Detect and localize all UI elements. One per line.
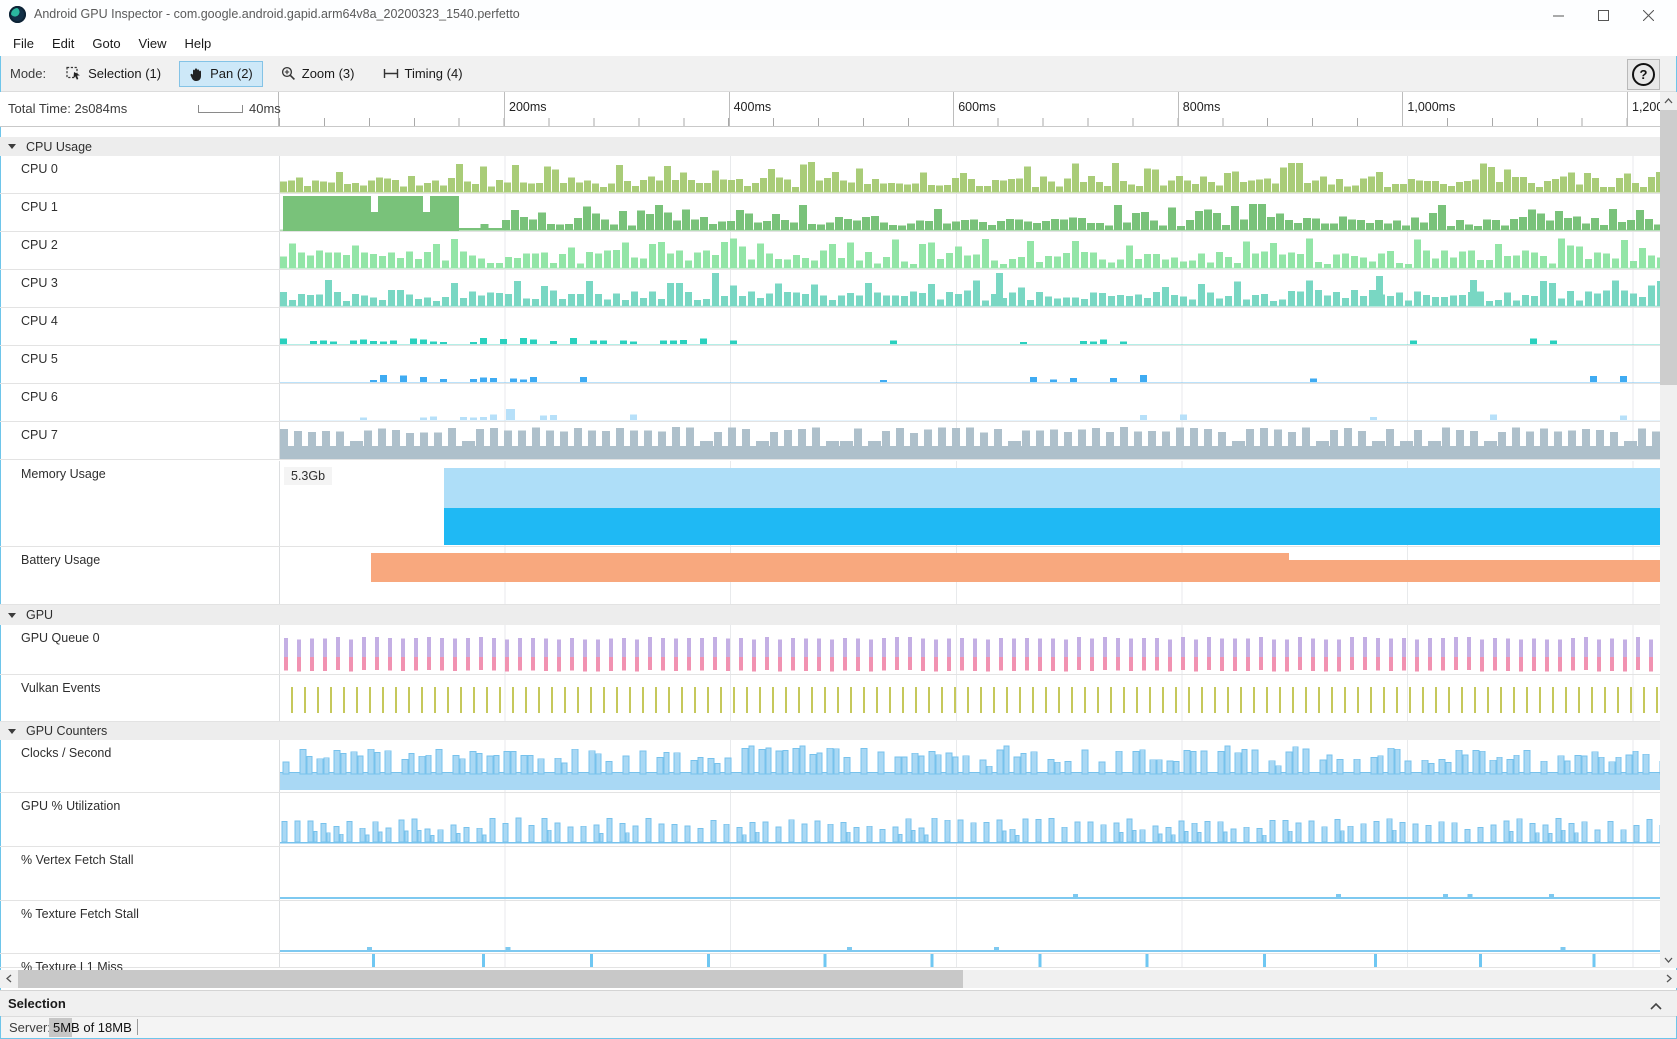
vertical-scroll-thumb[interactable]: [1660, 110, 1677, 385]
status-bar: Server: 5MB of 18MB: [1, 1016, 1676, 1038]
track-label-gpu-utilization[interactable]: GPU % Utilization: [21, 799, 120, 813]
track-row-memory: Memory Usage 5.3Gb: [0, 461, 1660, 547]
track-label-cpu6[interactable]: CPU 6: [21, 390, 58, 404]
collapse-triangle-icon: [8, 144, 16, 149]
track-chart-clocks-per-second[interactable]: [279, 740, 1660, 792]
track-chart-memory[interactable]: 5.3Gb: [279, 461, 1660, 546]
track-row-cpu5: CPU 5: [0, 346, 1660, 384]
server-label: Server:: [9, 1020, 51, 1035]
track-label-gpu-queue-0[interactable]: GPU Queue 0: [21, 631, 100, 645]
track-chart-battery[interactable]: [279, 547, 1660, 604]
track-area: CPU Usage CPU 0 CPU 1 CPU 2 CPU 3 CPU 4 CPU 5 C…: [0, 0, 1660, 968]
track-row-texture-l1-miss: % Texture L1 Miss: [0, 954, 1660, 968]
track-row-vertex-fetch-stall: % Vertex Fetch Stall: [0, 847, 1660, 901]
section-header-gpu-counters[interactable]: GPU Counters: [0, 722, 1660, 740]
track-label-cpu2[interactable]: CPU 2: [21, 238, 58, 252]
track-row-texture-fetch-stall: % Texture Fetch Stall: [0, 901, 1660, 954]
scroll-down-arrow-icon[interactable]: [1660, 951, 1677, 968]
track-label-vulkan-events[interactable]: Vulkan Events: [21, 681, 100, 695]
collapse-triangle-icon: [8, 613, 16, 618]
horizontal-scroll-thumb[interactable]: [18, 970, 963, 988]
track-row-gpu-queue-0: GPU Queue 0: [0, 625, 1660, 675]
chevron-up-icon[interactable]: [1649, 998, 1663, 1016]
scroll-right-arrow-icon[interactable]: [1660, 970, 1677, 987]
track-chart-gpu-utilization[interactable]: [279, 793, 1660, 846]
collapse-triangle-icon: [8, 729, 16, 734]
track-chart-cpu3[interactable]: [279, 270, 1660, 307]
section-title: GPU: [26, 608, 53, 622]
track-chart-cpu4[interactable]: [279, 308, 1660, 345]
track-label-battery[interactable]: Battery Usage: [21, 553, 100, 567]
track-row-cpu4: CPU 4: [0, 308, 1660, 346]
track-chart-cpu6[interactable]: [279, 384, 1660, 421]
track-label-cpu7[interactable]: CPU 7: [21, 428, 58, 442]
track-row-clocks-per-second: Clocks / Second: [0, 740, 1660, 793]
horizontal-scrollbar[interactable]: [0, 970, 1677, 988]
section-title: CPU Usage: [26, 140, 92, 154]
track-chart-texture-l1-miss[interactable]: [279, 954, 1660, 967]
vertical-scrollbar[interactable]: [1660, 92, 1677, 968]
track-label-texture-fetch-stall[interactable]: % Texture Fetch Stall: [21, 907, 139, 921]
scroll-up-arrow-icon[interactable]: [1660, 92, 1677, 109]
selection-panel-title: Selection: [8, 996, 66, 1011]
section-header-cpu-usage[interactable]: CPU Usage: [0, 137, 1660, 156]
status-separator: [137, 1019, 138, 1035]
track-label-clocks-per-second[interactable]: Clocks / Second: [21, 746, 111, 760]
track-row-cpu0: CPU 0: [0, 156, 1660, 194]
track-chart-cpu0[interactable]: [279, 156, 1660, 193]
track-row-cpu2: CPU 2: [0, 232, 1660, 270]
server-memory-text: 5MB of 18MB: [53, 1020, 132, 1035]
track-label-cpu4[interactable]: CPU 4: [21, 314, 58, 328]
track-chart-texture-fetch-stall[interactable]: [279, 901, 1660, 953]
track-label-cpu1[interactable]: CPU 1: [21, 200, 58, 214]
track-chart-cpu7[interactable]: [279, 422, 1660, 459]
track-row-vulkan-events: Vulkan Events: [0, 675, 1660, 722]
track-label-cpu0[interactable]: CPU 0: [21, 162, 58, 176]
track-label-memory[interactable]: Memory Usage: [21, 467, 106, 481]
track-label-vertex-fetch-stall[interactable]: % Vertex Fetch Stall: [21, 853, 134, 867]
track-chart-vulkan-events[interactable]: [279, 675, 1660, 721]
section-header-gpu[interactable]: GPU: [0, 605, 1660, 625]
track-row-cpu1: CPU 1: [0, 194, 1660, 232]
track-row-gpu-utilization: GPU % Utilization: [0, 793, 1660, 847]
memory-value-label: 5.3Gb: [284, 467, 332, 485]
scroll-left-arrow-icon[interactable]: [0, 970, 17, 987]
track-chart-vertex-fetch-stall[interactable]: [279, 847, 1660, 900]
track-row-cpu7: CPU 7: [0, 422, 1660, 460]
section-title: GPU Counters: [26, 724, 107, 738]
track-label-cpu3[interactable]: CPU 3: [21, 276, 58, 290]
track-row-battery: Battery Usage: [0, 547, 1660, 605]
selection-panel-header[interactable]: Selection: [0, 990, 1677, 1016]
track-chart-cpu5[interactable]: [279, 346, 1660, 383]
track-chart-cpu2[interactable]: [279, 232, 1660, 269]
track-chart-gpu-queue-0[interactable]: [279, 625, 1660, 674]
server-memory-gauge: 5MB of 18MB: [49, 1018, 131, 1037]
track-row-cpu6: CPU 6: [0, 384, 1660, 422]
track-label-cpu5[interactable]: CPU 5: [21, 352, 58, 366]
track-chart-cpu1[interactable]: [279, 194, 1660, 231]
track-row-cpu3: CPU 3: [0, 270, 1660, 308]
